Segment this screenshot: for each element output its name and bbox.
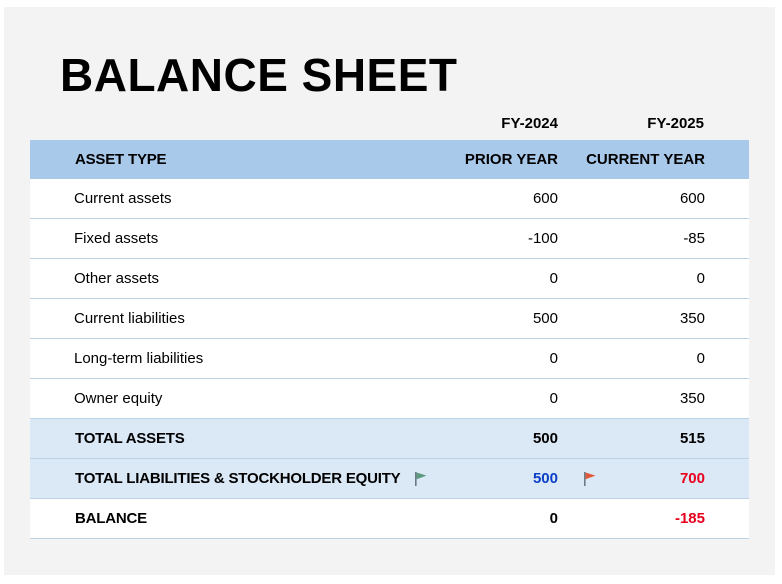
row-label: Other assets <box>74 270 160 287</box>
prior-year-label: FY-2024 <box>501 115 558 132</box>
prior-value[interactable]: 0 <box>438 339 558 378</box>
total-liabilities-equity-current[interactable]: 700 <box>585 459 705 498</box>
total-liabilities-equity-row[interactable]: TOTAL LIABILITIES & STOCKHOLDER EQUITY 5… <box>30 459 749 499</box>
balance-row[interactable]: BALANCE 0 -185 <box>30 499 749 539</box>
table-header-row: ASSET TYPE PRIOR YEAR CURRENT YEAR <box>30 140 749 179</box>
page-title: BALANCE SHEET <box>60 49 458 101</box>
column-header-prior-year: PRIOR YEAR <box>464 151 558 168</box>
row-label: Fixed assets <box>74 230 159 247</box>
table-row[interactable]: Current assets 600 600 <box>30 179 749 219</box>
table-row[interactable]: Fixed assets -100 -85 <box>30 219 749 259</box>
total-assets-prior[interactable]: 500 <box>438 419 558 458</box>
balance-sheet: BALANCE SHEET FY-2024 FY-2025 ASSET TYPE… <box>4 7 775 575</box>
current-value[interactable]: 0 <box>585 259 705 298</box>
current-value[interactable]: 350 <box>585 299 705 338</box>
total-liabilities-equity-label: TOTAL LIABILITIES & STOCKHOLDER EQUITY <box>75 470 401 487</box>
current-value[interactable]: 350 <box>585 379 705 418</box>
prior-value[interactable]: 500 <box>438 299 558 338</box>
total-assets-label: TOTAL ASSETS <box>75 430 185 447</box>
row-label: Owner equity <box>74 390 163 407</box>
green-flag-icon <box>415 472 427 486</box>
prior-value[interactable]: -100 <box>438 219 558 258</box>
row-label: Current liabilities <box>74 310 185 327</box>
balance-current[interactable]: -185 <box>585 499 705 538</box>
prior-value[interactable]: 0 <box>438 379 558 418</box>
table-row[interactable]: Other assets 0 0 <box>30 259 749 299</box>
prior-value[interactable]: 0 <box>438 259 558 298</box>
balance-prior[interactable]: 0 <box>438 499 558 538</box>
current-value[interactable]: -85 <box>585 219 705 258</box>
column-header-asset-type: ASSET TYPE <box>75 151 167 168</box>
total-assets-current[interactable]: 515 <box>585 419 705 458</box>
total-assets-row[interactable]: TOTAL ASSETS 500 515 <box>30 419 749 459</box>
prior-value[interactable]: 600 <box>438 179 558 218</box>
balance-table: ASSET TYPE PRIOR YEAR CURRENT YEAR Curre… <box>30 140 749 539</box>
row-label: Current assets <box>74 190 172 207</box>
column-header-current-year: CURRENT YEAR <box>586 151 705 168</box>
balance-label: BALANCE <box>75 510 147 527</box>
current-value[interactable]: 0 <box>585 339 705 378</box>
current-year-label: FY-2025 <box>647 115 704 132</box>
table-row[interactable]: Current liabilities 500 350 <box>30 299 749 339</box>
current-value[interactable]: 600 <box>585 179 705 218</box>
total-liabilities-equity-prior[interactable]: 500 <box>438 459 558 498</box>
table-row[interactable]: Owner equity 0 350 <box>30 379 749 419</box>
table-row[interactable]: Long-term liabilities 0 0 <box>30 339 749 379</box>
row-label: Long-term liabilities <box>74 350 204 367</box>
